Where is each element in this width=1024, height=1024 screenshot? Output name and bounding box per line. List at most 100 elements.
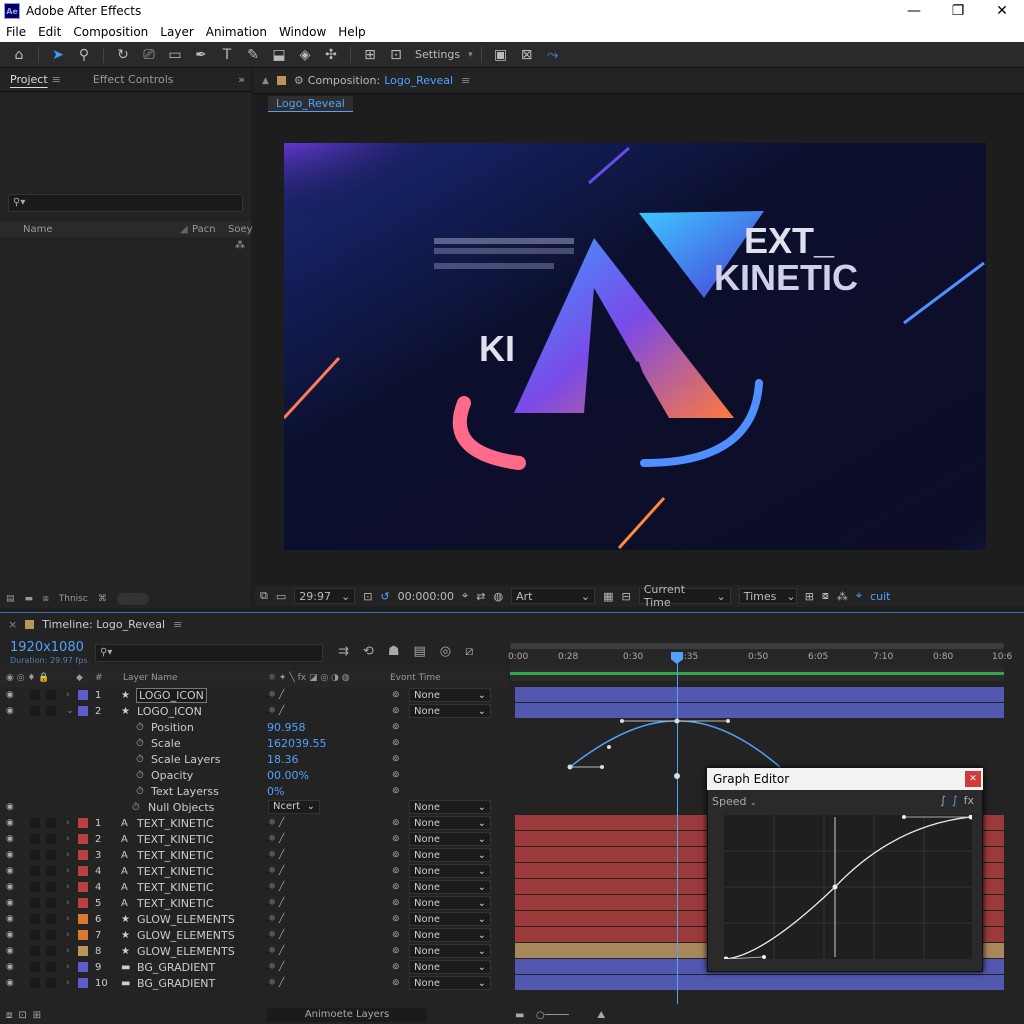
project-search-input[interactable]: ⚲▾ bbox=[8, 194, 243, 212]
layer-row[interactable]: ◉ › 1 A TEXT_KINETIC ⚛ ╱ ⊚ None ⌄ bbox=[0, 815, 508, 831]
new-comp-icon[interactable]: ⧈ bbox=[43, 594, 49, 604]
lock-box[interactable] bbox=[46, 882, 56, 892]
timeline-title[interactable]: Timeline: Logo_Reveal bbox=[42, 618, 165, 631]
spiral-icon[interactable]: ⊚ bbox=[392, 818, 400, 828]
layer-row[interactable]: ◉ › 6 ★ GLOW_ELEMENTS ⚛ ╱ ⊚ None ⌄ bbox=[0, 911, 508, 927]
visibility-eye-icon[interactable]: ◉ bbox=[6, 962, 14, 972]
layer-name[interactable]: TEXT_KINETIC bbox=[137, 865, 214, 878]
font-dropdown[interactable]: Times ⌄ bbox=[738, 588, 797, 604]
menu-edit[interactable]: Edit bbox=[32, 25, 67, 39]
expression-icon[interactable]: ⊚ bbox=[392, 770, 400, 780]
spiral-icon[interactable]: ⊚ bbox=[392, 850, 400, 860]
col-name[interactable]: Name bbox=[23, 224, 53, 235]
label-icon[interactable]: ◆ bbox=[76, 673, 83, 683]
twirl-arrow-icon[interactable]: › bbox=[66, 834, 70, 844]
guides-icon[interactable]: ⊟ bbox=[621, 590, 630, 603]
selection-tool-icon[interactable]: ➤ bbox=[47, 44, 69, 66]
twirl-arrow-icon[interactable]: › bbox=[66, 866, 70, 876]
property-value[interactable]: 00.00% bbox=[267, 769, 309, 782]
expand-switches-icon[interactable]: ⊡ bbox=[18, 1010, 26, 1021]
time-ruler[interactable]: 0:00 0:28 0:30 0:35 0:50 6:05 7:10 0:80 10:6 bbox=[508, 641, 1012, 681]
comp-mini-flowchart-icon[interactable]: ⇉ bbox=[338, 644, 349, 659]
solo-box[interactable] bbox=[30, 690, 40, 700]
layer-name[interactable]: GLOW_ELEMENTS bbox=[137, 945, 235, 958]
spiral-icon[interactable]: ⊚ bbox=[392, 946, 400, 956]
new-folder-icon[interactable]: ▬ bbox=[25, 594, 34, 604]
layer-row[interactable]: ◉ › 8 ★ GLOW_ELEMENTS ⚛ ╱ ⊚ None ⌄ bbox=[0, 943, 508, 959]
layer-switches-icon[interactable]: ⚛ ╱ bbox=[268, 850, 284, 860]
layer-name[interactable]: GLOW_ELEMENTS bbox=[137, 929, 235, 942]
property-value[interactable]: 162039.55 bbox=[267, 737, 327, 750]
stamp-tool-icon[interactable]: ⬓ bbox=[268, 44, 290, 66]
expression-icon[interactable]: ⊚ bbox=[392, 738, 400, 748]
lock-box[interactable] bbox=[46, 850, 56, 860]
layer-switches-icon[interactable]: ⚛ ╱ bbox=[268, 978, 284, 988]
label-color-swatch[interactable] bbox=[78, 914, 88, 924]
layer-name[interactable]: BG_GRADIENT bbox=[137, 977, 215, 990]
parent-dropdown[interactable]: None ⌄ bbox=[409, 896, 491, 910]
work-area[interactable] bbox=[510, 669, 1004, 681]
home-icon[interactable]: ⌂ bbox=[8, 44, 30, 66]
lock-box[interactable] bbox=[46, 914, 56, 924]
grid-icon[interactable]: ▣ bbox=[490, 44, 512, 66]
comp-viewer[interactable]: EXT_ KINETIC KI A bbox=[284, 143, 986, 550]
solo-box[interactable] bbox=[30, 978, 40, 988]
spiral-icon[interactable]: ⊚ bbox=[392, 882, 400, 892]
solo-box[interactable] bbox=[30, 834, 40, 844]
snap-icon[interactable]: ⊡ bbox=[385, 44, 407, 66]
channel-icon[interactable]: ⇄ bbox=[476, 590, 485, 603]
layer-name[interactable]: GLOW_ELEMENTS bbox=[137, 913, 235, 926]
graph-editor-panel[interactable]: Speed ⌄ ∫ ∫ fx bbox=[707, 768, 983, 972]
layer-row[interactable]: ◉ › 7 ★ GLOW_ELEMENTS ⚛ ╱ ⊚ None ⌄ bbox=[0, 927, 508, 943]
label-color-swatch[interactable] bbox=[78, 866, 88, 876]
parent-dropdown[interactable]: None ⌄ bbox=[409, 800, 491, 814]
settings-dropdown[interactable]: Settings bbox=[415, 48, 460, 61]
timeline-search-input[interactable]: ⚲▾ bbox=[95, 644, 323, 662]
twirl-arrow-icon[interactable]: › bbox=[66, 850, 70, 860]
twirl-arrow-icon[interactable]: › bbox=[66, 962, 70, 972]
spiral-icon[interactable]: ⊚ bbox=[392, 866, 400, 876]
visibility-eye-icon[interactable]: ◉ bbox=[6, 834, 14, 844]
current-timecode[interactable]: 00:000:00 bbox=[398, 590, 454, 603]
property-row[interactable]: ⏱ Opacity 00.00% ⊚ bbox=[0, 767, 508, 783]
stopwatch-icon[interactable]: ⏱ bbox=[136, 770, 144, 781]
twirl-arrow-icon[interactable]: › bbox=[66, 690, 70, 700]
spiral-icon[interactable]: ⊚ bbox=[392, 914, 400, 924]
comp-tab-label[interactable]: Composition: bbox=[308, 74, 380, 87]
property-row[interactable]: ⏱ Scale 162039.55 ⊚ bbox=[0, 735, 508, 751]
label-color-swatch[interactable] bbox=[78, 706, 88, 716]
solo-box[interactable] bbox=[30, 818, 40, 828]
layer-name[interactable]: LOGO_ICON bbox=[137, 705, 202, 718]
draft-3d-icon[interactable]: ⟲ bbox=[363, 644, 374, 659]
channel-dropdown[interactable]: Art ⌄ bbox=[511, 588, 596, 604]
parent-dropdown[interactable]: None ⌄ bbox=[409, 944, 491, 958]
spiral-icon[interactable]: ⊚ bbox=[392, 706, 400, 716]
zoom-dropdown[interactable]: 29:97 ⌄ bbox=[294, 588, 356, 604]
lock-box[interactable] bbox=[46, 706, 56, 716]
expression-icon[interactable]: ⊚ bbox=[392, 722, 400, 732]
layer-row[interactable]: ◉ › 9 ▬ BG_GRADIENT ⚛ ╱ ⊚ None ⌄ bbox=[0, 959, 508, 975]
parent-dropdown[interactable]: None ⌄ bbox=[409, 864, 491, 878]
stopwatch-icon[interactable]: ⏱ bbox=[136, 738, 144, 749]
solo-box[interactable] bbox=[30, 706, 40, 716]
minimize-icon[interactable]: — bbox=[892, 0, 936, 22]
type-tool-icon[interactable]: T bbox=[216, 44, 238, 66]
twirl-arrow-icon[interactable]: › bbox=[66, 946, 70, 956]
close-tab-icon[interactable]: ▲ bbox=[262, 76, 269, 86]
layer-switches-icon[interactable]: ⚛ ╱ bbox=[268, 946, 284, 956]
label-color-swatch[interactable] bbox=[78, 962, 88, 972]
zoom-slider[interactable]: ○──── bbox=[536, 1010, 569, 1021]
lock-box[interactable] bbox=[46, 834, 56, 844]
label-color-swatch[interactable] bbox=[78, 850, 88, 860]
spiral-icon[interactable]: ⊚ bbox=[392, 930, 400, 940]
parent-dropdown[interactable]: None ⌄ bbox=[409, 928, 491, 942]
camera-tool-icon[interactable]: ⎚ bbox=[138, 44, 160, 66]
fx-icon[interactable]: fx bbox=[964, 794, 974, 807]
parent-dropdown[interactable]: None ⌄ bbox=[409, 848, 491, 862]
graph-mode-dropdown[interactable]: Speed ⌄ bbox=[712, 795, 757, 808]
timeline-resolution[interactable]: 1920x1080 bbox=[10, 640, 84, 655]
safe-zone-icon[interactable]: ⊠ bbox=[516, 44, 538, 66]
property-row[interactable]: ⏱ Text Layerss 0% ⊚ bbox=[0, 783, 508, 799]
parent-dropdown[interactable]: None ⌄ bbox=[409, 880, 491, 894]
label-color-swatch[interactable] bbox=[78, 882, 88, 892]
